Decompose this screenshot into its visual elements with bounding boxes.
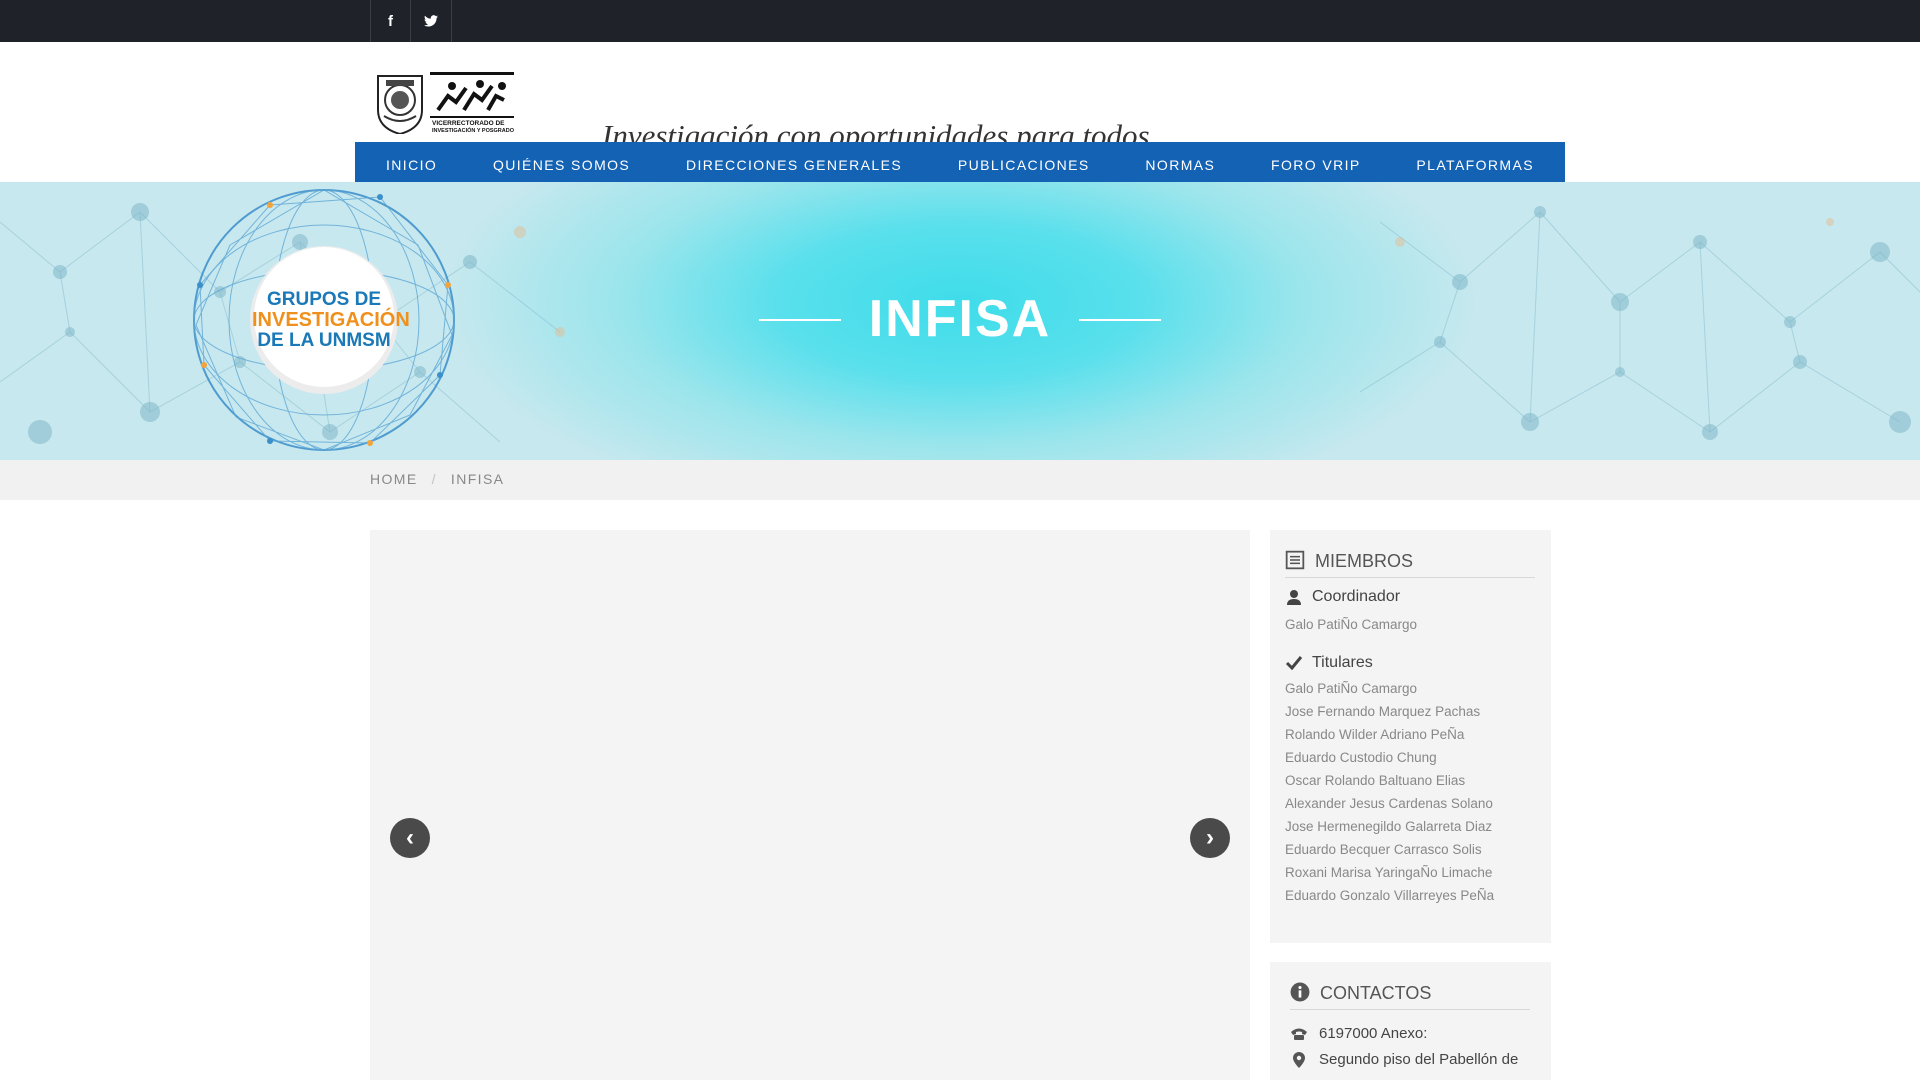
badge-line-2: INVESTIGACIÓN <box>252 308 410 331</box>
chevron-left-icon: ‹ <box>406 824 414 851</box>
title-rule-right <box>1079 319 1161 321</box>
members-header: MIEMBROS <box>1285 550 1535 578</box>
titulares-heading: Titulares <box>1285 654 1373 672</box>
user-icon <box>1287 590 1301 605</box>
breadcrumb-current: INFISA <box>450 471 505 487</box>
info-icon <box>1290 982 1310 1002</box>
chevron-right-icon: › <box>1206 824 1214 851</box>
nav-item-plataformas[interactable]: PLATAFORMAS <box>1416 157 1534 173</box>
members-title: MIEMBROS <box>1315 551 1414 571</box>
top-bar: f <box>0 0 1920 42</box>
contact-address-text: Segundo piso del Pabellón de <box>1319 1051 1519 1068</box>
list-item: Eduardo Gonzalo Villarreyes PeÑa <box>1285 888 1495 903</box>
check-icon <box>1285 656 1303 670</box>
list-item: Galo PatiÑo Camargo <box>1285 681 1418 696</box>
nav-item-foro-vrip[interactable]: FORO VRIP <box>1271 157 1361 173</box>
titulares-label: Titulares <box>1312 654 1373 671</box>
badge-line-1: GRUPOS DE <box>266 289 382 310</box>
members-panel: MIEMBROS Coordinador Galo PatiÑo Camargo… <box>1270 530 1551 943</box>
nav-item-inicio[interactable]: INICIO <box>386 157 437 173</box>
contact-address: Segundo piso del Pabellón de <box>1290 1051 1518 1068</box>
contact-phone-text: 6197000 Anexo: <box>1319 1025 1428 1042</box>
breadcrumb-home[interactable]: HOME <box>370 471 418 487</box>
badge-text: GRUPOS DE INVESTIGACIÓN DE LA UNMSM <box>252 289 410 351</box>
carousel-prev-button[interactable]: ‹ <box>390 818 430 858</box>
map-marker-icon <box>1293 1051 1305 1068</box>
phone-icon <box>1291 1028 1307 1040</box>
university-crest-icon: VICERRECTORADO DE INVESTIGACIÓN Y POSGRA… <box>377 72 515 136</box>
twitter-link[interactable] <box>411 0 452 42</box>
titulares-list: Galo PatiÑo Camargo Jose Fernando Marque… <box>1285 677 1494 907</box>
list-item: Jose Fernando Marquez Pachas <box>1285 704 1481 719</box>
list-item: Alexander Jesus Cardenas Solano <box>1285 796 1493 811</box>
list-item: Eduardo Becquer Carrasco Solis <box>1285 842 1482 857</box>
contacts-header: CONTACTOS <box>1290 982 1530 1010</box>
coordinator-label: Coordinador <box>1312 588 1401 605</box>
contacts-title: CONTACTOS <box>1320 983 1432 1003</box>
coordinator-heading: Coordinador <box>1285 588 1400 606</box>
breadcrumb-bar: HOME / INFISA <box>0 460 1920 500</box>
list-icon <box>1285 550 1305 570</box>
contact-phone: 6197000 Anexo: <box>1290 1025 1427 1042</box>
nav-item-publicaciones[interactable]: PUBLICACIONES <box>958 157 1090 173</box>
vrip-logo[interactable]: VICERRECTORADO DE INVESTIGACIÓN Y POSGRA… <box>372 70 516 136</box>
nav-item-quienes-somos[interactable]: QUIÉNES SOMOS <box>493 157 630 173</box>
contacts-panel: CONTACTOS 6197000 Anexo: Segundo piso de… <box>1270 962 1551 1080</box>
badge-line-3: DE LA UNMSM <box>257 329 391 351</box>
coordinator-name: Galo PatiÑo Camargo <box>1285 613 1417 636</box>
nav-item-normas[interactable]: NORMAS <box>1145 157 1215 173</box>
list-item: Jose Hermenegildo Galarreta Diaz <box>1285 819 1493 834</box>
carousel-next-button[interactable]: › <box>1190 818 1230 858</box>
nav-item-direcciones-generales[interactable]: DIRECCIONES GENERALES <box>686 157 902 173</box>
twitter-icon <box>424 15 438 27</box>
facebook-icon: f <box>388 12 393 30</box>
svg-text:INVESTIGACIÓN Y POSGRADO: INVESTIGACIÓN Y POSGRADO <box>432 126 515 134</box>
list-item: Roxani Marisa YaringaÑo Limache <box>1285 865 1493 880</box>
list-item: Oscar Rolando Baltuano Elias <box>1285 773 1466 788</box>
image-carousel: ‹ › <box>370 530 1250 1080</box>
breadcrumb-separator: / <box>431 471 437 487</box>
breadcrumb: HOME / INFISA <box>370 471 504 487</box>
list-item: Galo PatiÑo Camargo <box>1285 617 1418 632</box>
facebook-link[interactable]: f <box>370 0 411 42</box>
svg-text:VICERRECTORADO DE: VICERRECTORADO DE <box>432 120 505 127</box>
list-item: Eduardo Custodio Chung <box>1285 750 1437 765</box>
list-item: Rolando Wilder Adriano PeÑa <box>1285 727 1465 742</box>
